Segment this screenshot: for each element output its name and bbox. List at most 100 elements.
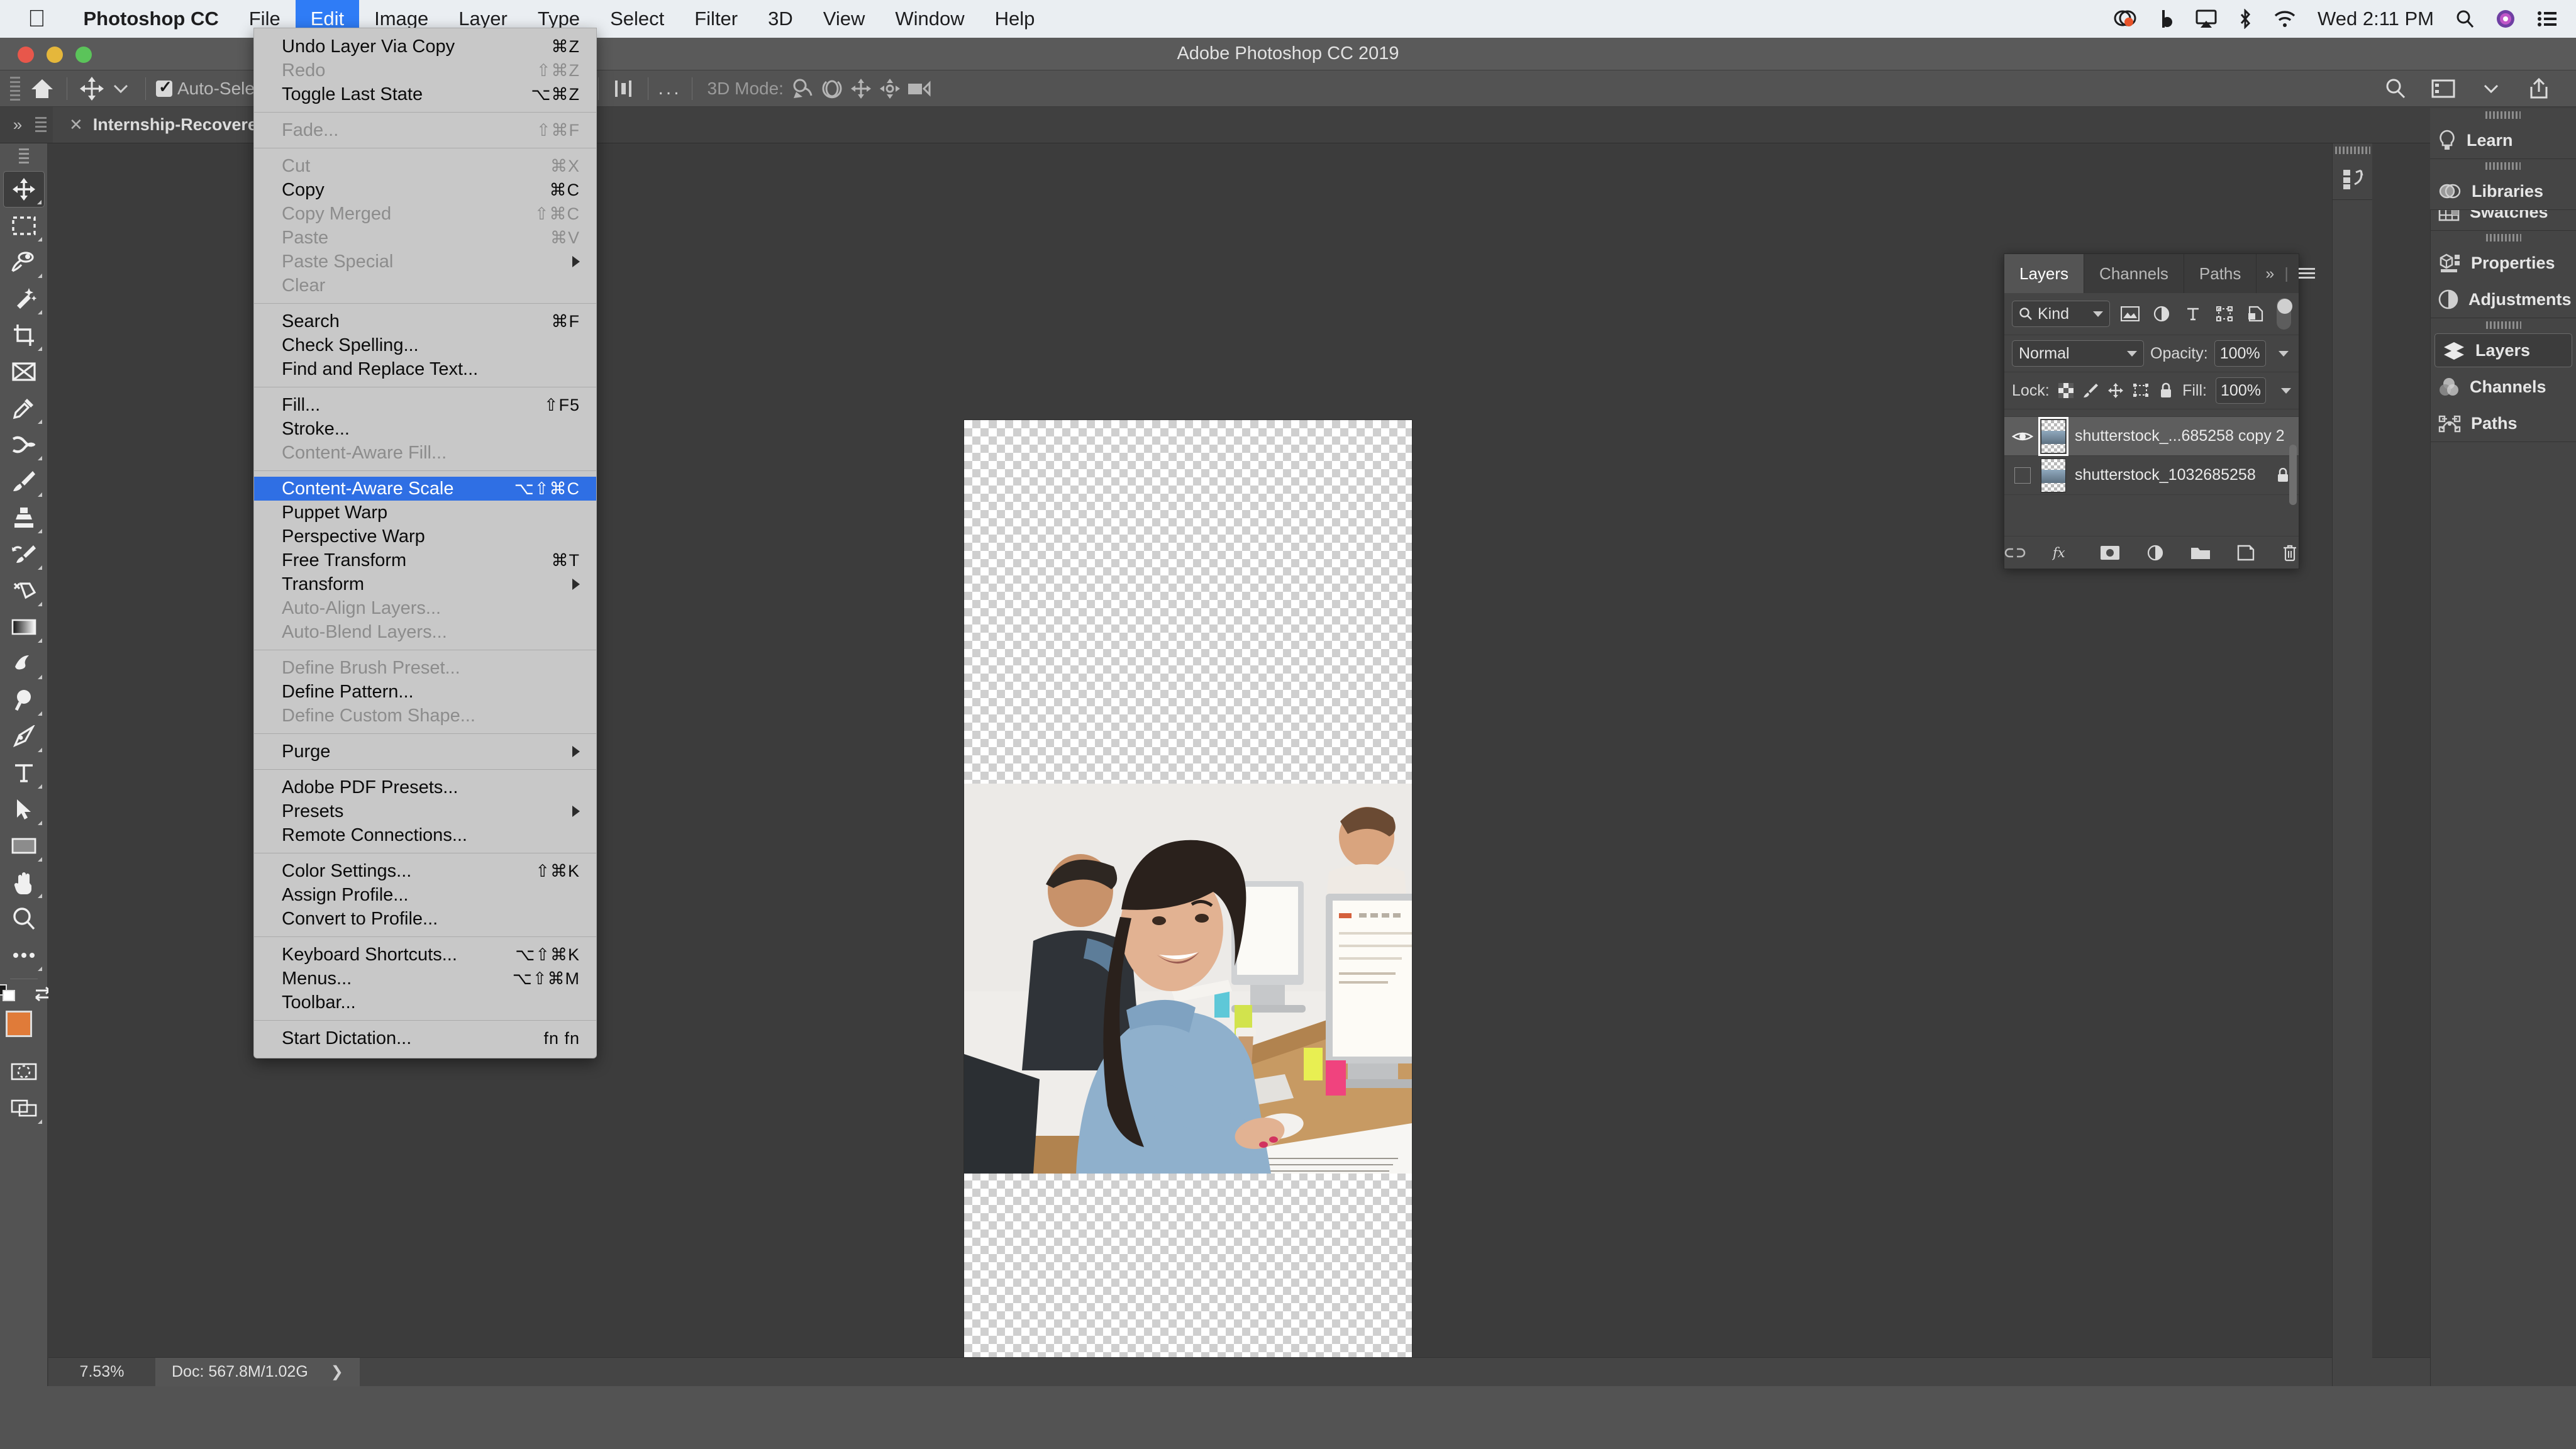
layer-visibility-toggle[interactable]: [2004, 467, 2041, 484]
lock-artboard-icon[interactable]: [2133, 378, 2149, 403]
menu-item-toolbar[interactable]: Toolbar...: [254, 991, 596, 1014]
3d-roll-icon[interactable]: [818, 75, 847, 103]
chevron-right-icon[interactable]: ❯: [331, 1363, 343, 1381]
dock-group-grip[interactable]: [2430, 108, 2576, 122]
menubar-item-select[interactable]: Select: [595, 0, 679, 38]
lock-position-icon[interactable]: [2107, 378, 2124, 403]
move-tool-icon[interactable]: [77, 75, 106, 103]
menu-item-copy[interactable]: Copy ⌘C: [254, 178, 596, 202]
layer-filter-kind-dropdown[interactable]: Kind: [2012, 301, 2110, 327]
pixel-layers-filter-icon[interactable]: [2119, 301, 2141, 326]
dock-item-channels[interactable]: Channels: [2431, 369, 2576, 405]
workspace-icon[interactable]: [2429, 75, 2458, 103]
type-tool[interactable]: [3, 755, 45, 791]
add-layer-mask-icon[interactable]: [2100, 540, 2120, 565]
layers-scrollbar[interactable]: [2289, 445, 2297, 505]
dock-item-properties[interactable]: Properties: [2431, 245, 2576, 281]
fill-chevron-down-icon[interactable]: [2281, 387, 2291, 394]
crop-tool[interactable]: [3, 317, 45, 353]
menu-item-presets[interactable]: Presets: [254, 799, 596, 823]
adjustment-layers-filter-icon[interactable]: [2150, 301, 2173, 326]
menubar-item-help[interactable]: Help: [980, 0, 1050, 38]
link-layers-icon[interactable]: [2004, 540, 2026, 565]
tab-layers[interactable]: Layers: [2004, 254, 2085, 293]
eraser-tool[interactable]: [3, 572, 45, 609]
home-icon[interactable]: [28, 75, 57, 103]
dodge-tool[interactable]: [3, 682, 45, 718]
airplay-icon[interactable]: [2196, 9, 2217, 28]
lock-all-icon[interactable]: [2158, 378, 2174, 403]
spotlight-search-icon[interactable]: [2455, 9, 2474, 28]
auto-select-checkbox[interactable]: [156, 77, 172, 97]
foreground-color-swatch[interactable]: [5, 1011, 32, 1037]
rectangular-marquee-tool[interactable]: [3, 208, 45, 244]
layer-thumbnail[interactable]: [2041, 458, 2066, 492]
move-tool[interactable]: [3, 171, 45, 208]
share-icon[interactable]: [2524, 75, 2553, 103]
new-adjustment-layer-icon[interactable]: [2146, 540, 2164, 565]
menu-item-assign-profile[interactable]: Assign Profile...: [254, 883, 596, 907]
dock-group-grip[interactable]: [2431, 318, 2576, 332]
default-colors-icon[interactable]: [0, 984, 26, 1003]
blend-mode-dropdown[interactable]: Normal: [2012, 340, 2144, 367]
3d-orbit-icon[interactable]: [789, 75, 818, 103]
eyedropper-tool[interactable]: [3, 390, 45, 426]
creative-cloud-icon[interactable]: [2112, 9, 2139, 28]
more-options-button[interactable]: ...: [658, 78, 682, 99]
menu-item-free-transform[interactable]: Free Transform ⌘T: [254, 548, 596, 572]
3d-slide-icon[interactable]: [875, 75, 904, 103]
zoom-level[interactable]: 7.53%: [48, 1363, 155, 1381]
menubar-item-window[interactable]: Window: [880, 0, 979, 38]
maximize-window-button[interactable]: [75, 47, 92, 63]
history-icon[interactable]: [2333, 157, 2372, 200]
rectangle-tool[interactable]: [3, 828, 45, 864]
menu-item-check-spelling[interactable]: Check Spelling...: [254, 333, 596, 357]
search-icon[interactable]: [2381, 75, 2410, 103]
menu-item-purge[interactable]: Purge: [254, 740, 596, 763]
chevron-down-icon[interactable]: [2477, 75, 2506, 103]
smart-object-filter-icon[interactable]: [2245, 301, 2267, 326]
menu-item-fill[interactable]: Fill... ⇧F5: [254, 393, 596, 417]
menu-item-adobe-pdf-presets[interactable]: Adobe PDF Presets...: [254, 775, 596, 799]
minimize-window-button[interactable]: [47, 47, 63, 63]
dock-group-grip[interactable]: [2430, 159, 2576, 173]
new-layer-icon[interactable]: [2237, 540, 2255, 565]
filter-enable-toggle[interactable]: [2276, 298, 2292, 330]
panel-menu-icon[interactable]: [2298, 267, 2315, 280]
edit-toolbar-button[interactable]: [3, 937, 45, 974]
double-chevron-right-icon[interactable]: »: [0, 107, 35, 143]
shape-layers-filter-icon[interactable]: [2213, 301, 2236, 326]
layer-name[interactable]: shutterstock_...685258 copy 2: [2075, 427, 2290, 445]
siri-icon[interactable]: [2496, 9, 2516, 29]
control-center-icon[interactable]: [2537, 11, 2557, 27]
opacity-chevron-down-icon[interactable]: [2278, 350, 2289, 357]
menu-item-menus[interactable]: Menus... ⌥⇧⌘M: [254, 967, 596, 991]
dock-group-grip[interactable]: [2431, 231, 2576, 245]
menu-item-content-aware-scale[interactable]: Content-Aware Scale ⌥⇧⌘C: [254, 477, 596, 501]
menu-item-define-pattern[interactable]: Define Pattern...: [254, 680, 596, 704]
history-brush-tool[interactable]: [3, 536, 45, 572]
lock-transparent-pixels-icon[interactable]: [2058, 378, 2074, 403]
menu-item-remote-connections[interactable]: Remote Connections...: [254, 823, 596, 847]
distribute-icon[interactable]: [609, 75, 638, 103]
lock-image-pixels-icon[interactable]: [2082, 378, 2099, 403]
frame-tool[interactable]: [3, 353, 45, 390]
layer-style-fx-icon[interactable]: fx: [2052, 540, 2074, 565]
path-selection-tool[interactable]: [3, 791, 45, 828]
menu-item-toggle-last-state[interactable]: Toggle Last State ⌥⌘Z: [254, 82, 596, 106]
dock-item-libraries[interactable]: Libraries: [2430, 173, 2576, 209]
menu-item-convert-to-profile[interactable]: Convert to Profile...: [254, 907, 596, 931]
document-size-info[interactable]: Doc: 567.8M/1.02G ❯: [155, 1357, 360, 1387]
menu-item-search[interactable]: Search ⌘F: [254, 309, 596, 333]
lasso-tool[interactable]: [3, 244, 45, 280]
clone-stamp-tool[interactable]: [3, 499, 45, 536]
object-selection-tool[interactable]: [3, 280, 45, 317]
tab-bar-grip[interactable]: [35, 116, 47, 133]
wifi-icon[interactable]: [2273, 10, 2296, 28]
layers-panel[interactable]: Layers Channels Paths » | Kind Normal Op…: [2004, 253, 2315, 569]
zoom-tool[interactable]: [3, 901, 45, 937]
boom-icon[interactable]: [2160, 9, 2174, 29]
3d-camera-icon[interactable]: [904, 75, 933, 103]
layers-list[interactable]: shutterstock_...685258 copy 2 shuttersto…: [2004, 409, 2299, 536]
close-window-button[interactable]: [18, 47, 34, 63]
